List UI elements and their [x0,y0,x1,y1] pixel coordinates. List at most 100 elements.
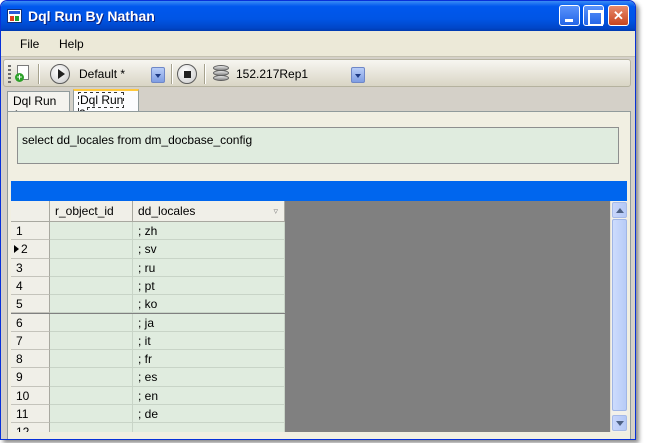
row-number: 11 [16,407,29,421]
cell-dd-locales[interactable]: ; ja [133,313,285,332]
cell-r-object-id[interactable] [50,313,133,332]
table-row[interactable]: 4 ; pt [11,276,285,296]
row-header[interactable]: 2 [11,240,50,259]
row-header[interactable]: 10 [11,386,50,405]
row-header[interactable]: 11 [11,405,50,424]
table-row[interactable]: 3 ; ru [11,258,285,277]
row-number: 1 [16,224,23,238]
app-icon[interactable] [7,9,22,23]
row-header[interactable]: 8 [11,350,50,369]
cell-dd-locales[interactable]: ; ko [133,295,285,314]
cell-dd-locales[interactable]: ; ru [133,258,285,277]
toolbar-separator [204,64,205,84]
tab-dql-run-2[interactable]: Dql Run 2 [73,89,139,122]
cell-r-object-id[interactable] [50,295,133,314]
row-number: 9 [16,370,23,385]
menu-file[interactable]: File [20,37,39,51]
tab-dql-run-1[interactable]: Dql Run 1 [7,91,70,122]
cell-r-object-id[interactable] [50,423,133,432]
cell-dd-locales[interactable]: ; it [133,331,285,351]
profile-combo-value[interactable]: Default * [79,67,125,81]
run-query-button[interactable] [50,64,70,84]
row-number: 5 [16,297,23,312]
vertical-scrollbar[interactable] [610,201,627,432]
row-number: 3 [16,260,23,275]
row-header[interactable]: 7 [11,331,50,351]
column-header-dd-locales[interactable]: dd_locales ▿ [133,201,285,222]
table-row[interactable]: 2 ; sv [11,240,285,259]
row-number: 4 [16,278,23,293]
app-window: Dql Run By Nathan ✕ File Help + Default … [0,0,636,440]
row-number: 6 [16,315,23,330]
profile-dropdown-arrow[interactable] [151,67,165,83]
cell-dd-locales[interactable]: ; es [133,368,285,387]
row-header[interactable]: 9 [11,368,50,387]
table-row[interactable]: 8 ; fr [11,350,285,369]
scroll-down-button[interactable] [612,415,627,431]
column-header-r-object-id[interactable]: r_object_id [50,201,133,222]
row-number: 12 [16,425,29,432]
cell-dd-locales[interactable]: ; sv [133,240,285,259]
table-row[interactable]: 12 [11,423,285,432]
window-title: Dql Run By Nathan [28,8,155,24]
grid-corner-header[interactable] [11,201,50,222]
table-row[interactable]: 1 ; zh [11,222,285,241]
table-row[interactable]: 5 ; ko [11,295,285,314]
cell-dd-locales[interactable] [133,423,285,432]
row-header[interactable]: 3 [11,258,50,277]
row-number: 2 [21,242,28,257]
repository-dropdown-arrow[interactable] [351,67,365,83]
minimize-button[interactable] [559,5,580,26]
cell-r-object-id[interactable] [50,350,133,369]
table-row[interactable]: 10 ; en [11,386,285,405]
cell-dd-locales[interactable]: ; de [133,405,285,424]
row-number: 10 [16,388,30,403]
cell-r-object-id[interactable] [50,386,133,405]
results-caption-bar [11,181,627,201]
repository-combo-value[interactable]: 152.217Rep1 [236,67,308,81]
column-header-label: dd_locales [138,204,196,218]
cell-dd-locales[interactable]: ; zh [133,222,285,241]
menu-help[interactable]: Help [59,37,84,51]
database-icon [211,64,231,84]
title-bar[interactable]: Dql Run By Nathan ✕ [1,1,635,31]
toolbar-separator [171,64,172,84]
row-number: 7 [16,333,23,348]
tab-page-dql-run-2: select dd_locales from dm_docbase_config… [7,111,631,439]
row-header[interactable]: 1 [11,222,50,241]
results-grid[interactable]: r_object_id dd_locales ▿ 1 ; zh 2 ; sv 3 ; ru… [11,201,627,432]
cell-dd-locales[interactable]: ; en [133,386,285,405]
table-row[interactable]: 7 ; it [11,331,285,351]
new-query-icon[interactable]: + [15,64,31,82]
toolbar-separator [38,64,39,84]
cell-dd-locales[interactable]: ; pt [133,276,285,296]
row-header[interactable]: 6 [11,313,50,332]
maximize-button[interactable] [583,5,604,26]
table-row[interactable]: 9 ; es [11,368,285,387]
toolbar-grip[interactable] [8,65,11,83]
table-row[interactable]: 11 ; de [11,405,285,424]
cell-r-object-id[interactable] [50,222,133,241]
cell-r-object-id[interactable] [50,258,133,277]
toolbar: + Default * 152.217Rep1 [3,59,631,87]
row-header[interactable]: 12 [11,423,50,432]
row-header[interactable]: 4 [11,276,50,296]
cell-r-object-id[interactable] [50,405,133,424]
close-button[interactable]: ✕ [608,5,629,26]
play-icon [58,69,65,79]
table-row[interactable]: 6 ; ja [11,313,285,332]
current-row-arrow-icon [14,245,19,254]
stop-button[interactable] [177,64,197,84]
stop-icon [184,71,191,78]
cell-r-object-id[interactable] [50,368,133,387]
row-header[interactable]: 5 [11,295,50,314]
cell-r-object-id[interactable] [50,276,133,296]
cell-dd-locales[interactable]: ; fr [133,350,285,369]
scroll-up-button[interactable] [612,202,627,218]
sort-indicator-icon: ▿ [273,206,278,216]
query-input[interactable]: select dd_locales from dm_docbase_config [17,127,619,164]
cell-r-object-id[interactable] [50,331,133,351]
scroll-thumb[interactable] [612,219,627,411]
menu-bar: File Help [1,31,635,57]
cell-r-object-id[interactable] [50,240,133,259]
